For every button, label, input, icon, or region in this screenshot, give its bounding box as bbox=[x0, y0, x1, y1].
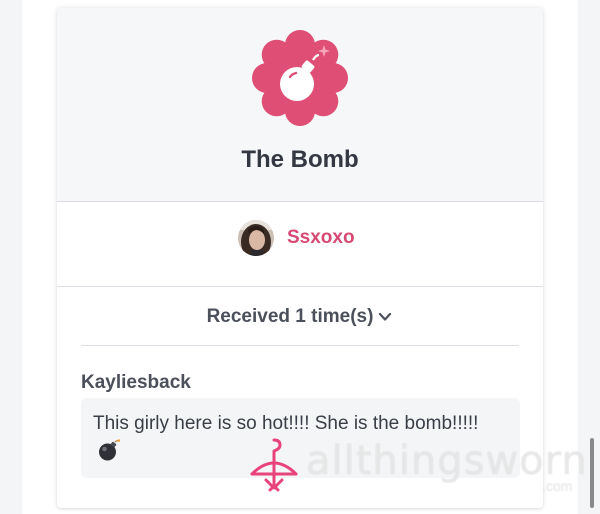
bomb-icon bbox=[252, 30, 348, 126]
comment-text: This girly here is so hot!!!! She is the… bbox=[93, 413, 479, 434]
gift-header: The Bomb bbox=[57, 8, 543, 202]
page: The Bomb Ssxoxo Received 1 time(s) Kayli… bbox=[0, 0, 600, 514]
sender-row: Ssxoxo bbox=[57, 202, 543, 287]
watermark-suffix: .com bbox=[542, 478, 573, 494]
scrollbar[interactable] bbox=[590, 438, 594, 508]
comment-bubble: This girly here is so hot!!!! She is the… bbox=[81, 398, 520, 478]
received-toggle[interactable]: Received 1 time(s) bbox=[81, 287, 519, 346]
bomb-emoji bbox=[99, 439, 121, 461]
gift-title: The Bomb bbox=[241, 146, 359, 173]
avatar[interactable] bbox=[238, 220, 274, 256]
chevron-down-icon bbox=[379, 312, 392, 321]
received-count-label: Received 1 time(s) bbox=[206, 306, 374, 327]
comment-author: Kayliesback bbox=[81, 372, 191, 393]
avatar-image bbox=[238, 220, 274, 256]
gift-card: The Bomb Ssxoxo Received 1 time(s) Kayli… bbox=[57, 8, 543, 508]
right-gutter bbox=[578, 0, 600, 514]
comment-body: This girly here is so hot!!!! She is the… bbox=[93, 410, 489, 466]
sender-name-link[interactable]: Ssxoxo bbox=[287, 227, 355, 249]
left-gutter bbox=[0, 0, 22, 514]
